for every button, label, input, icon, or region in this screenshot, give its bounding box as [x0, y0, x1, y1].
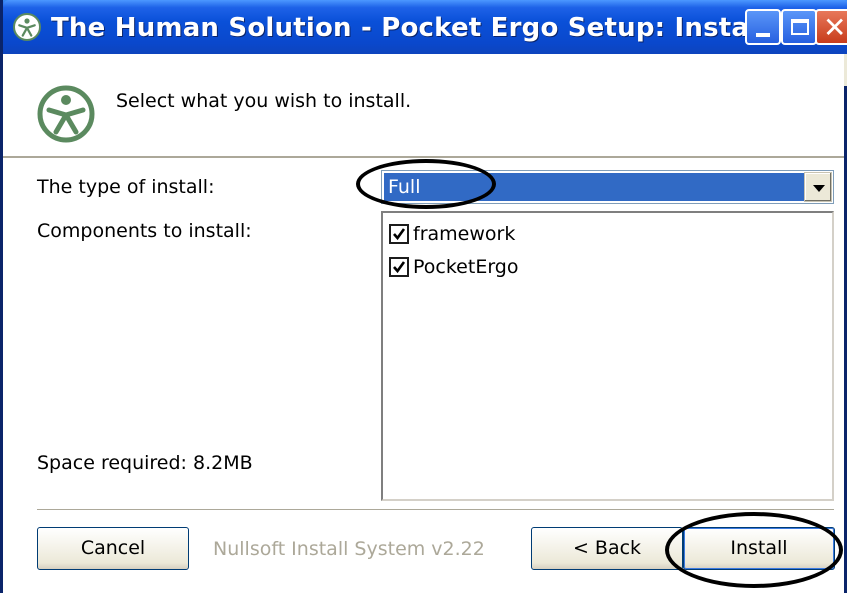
close-icon: ✕	[823, 11, 847, 44]
company-logo-icon	[36, 84, 96, 144]
app-logo-icon	[13, 13, 41, 41]
minimize-icon	[756, 33, 770, 37]
components-list[interactable]: framework PocketErgo	[381, 211, 834, 501]
components-label: Components to install:	[37, 220, 252, 242]
component-item-framework[interactable]: framework	[389, 221, 515, 247]
checkmark-icon	[393, 261, 406, 274]
framework-checkbox[interactable]	[389, 224, 409, 244]
minimize-button[interactable]	[745, 9, 781, 45]
maximize-icon	[791, 19, 809, 35]
install-type-select[interactable]: Full	[381, 170, 834, 204]
component-label: PocketErgo	[413, 256, 519, 278]
footer-divider	[37, 509, 834, 511]
installer-brand-text: Nullsoft Install System v2.22	[213, 538, 485, 560]
checkmark-icon	[393, 228, 406, 241]
install-type-label: The type of install:	[37, 176, 215, 198]
install-type-selected-value[interactable]: Full	[384, 173, 804, 201]
component-label: framework	[413, 223, 516, 245]
instruction-text: Select what you wish to install.	[116, 90, 412, 112]
space-required-text: Space required: 8.2MB	[37, 452, 253, 474]
maximize-button[interactable]	[781, 9, 817, 45]
pocketergo-checkbox[interactable]	[389, 257, 409, 277]
cancel-button[interactable]: Cancel	[37, 527, 189, 570]
dropdown-button[interactable]	[804, 172, 832, 202]
back-button[interactable]: < Back	[531, 527, 683, 570]
install-button[interactable]: Install	[683, 527, 835, 570]
close-button[interactable]: ✕	[815, 9, 847, 45]
component-item-pocketergo[interactable]: PocketErgo	[389, 254, 518, 280]
chevron-down-icon	[813, 185, 825, 192]
window-title: The Human Solution - Pocket Ergo Setup: …	[51, 13, 838, 43]
